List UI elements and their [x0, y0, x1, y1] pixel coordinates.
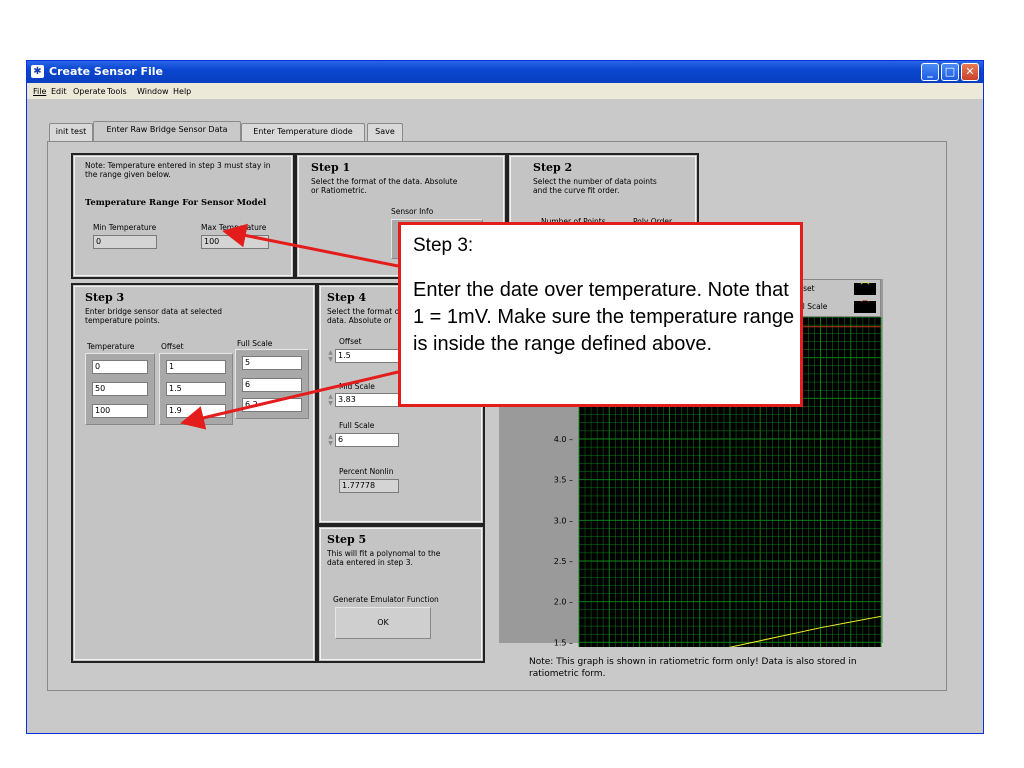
menu-operate[interactable]: Operate: [73, 87, 106, 96]
step1-description: Select the format of the data. Absolute …: [311, 177, 458, 195]
step1-title: Step 1: [311, 161, 351, 174]
fullscale-column-label: Full Scale: [237, 339, 273, 348]
fullscale-cell[interactable]: 5: [242, 356, 302, 370]
step3-callout: Step 3: Enter the date over temperature.…: [398, 222, 803, 407]
range-note: Note: Temperature entered in step 3 must…: [85, 161, 271, 179]
step3-panel: Step 3 Enter bridge sensor data at selec…: [71, 283, 317, 663]
range-heading: Temperature Range For Sensor Model: [85, 198, 267, 208]
temperature-cell[interactable]: 0: [92, 360, 148, 374]
fullscale-cell[interactable]: 6: [242, 378, 302, 392]
full-scale-field[interactable]: 6: [335, 433, 399, 447]
fullscale-cell[interactable]: 6.2: [242, 398, 302, 412]
temperature-cell[interactable]: 50: [92, 382, 148, 396]
callout-title: Step 3:: [413, 235, 474, 256]
menu-tools[interactable]: Tools: [107, 87, 127, 96]
maximize-button[interactable]: □: [941, 63, 959, 81]
mid-scale-label: Mid Scale: [339, 382, 375, 391]
y-tick-label: 4.0 –: [554, 435, 573, 444]
full-scale-spinner[interactable]: ▲ ▼: [327, 433, 334, 447]
menu-file[interactable]: File: [33, 87, 46, 96]
offset-array: 1 1.5 1.9: [159, 353, 233, 425]
step5-title: Step 5: [327, 533, 367, 546]
y-tick-label: 1.5 –: [554, 638, 573, 647]
min-temperature-field: 0: [93, 235, 157, 249]
window-title: Create Sensor File: [49, 65, 164, 78]
tab-init-test[interactable]: init test: [49, 123, 93, 141]
menu-bar: File Edit Operate Tools Window Help: [27, 83, 983, 99]
percent-nonlin-label: Percent Nonlin: [339, 467, 394, 476]
step5-description: This will fit a polynomal to the data en…: [327, 549, 441, 567]
offset-spinner[interactable]: ▲ ▼: [327, 349, 334, 363]
min-temperature-label: Min Temperature: [93, 223, 157, 232]
offset-label: Offset: [339, 337, 362, 346]
legend-fullscale-swatch[interactable]: ⌒: [854, 301, 876, 313]
temperature-column-label: Temperature: [87, 342, 135, 351]
generate-emulator-label: Generate Emulator Function: [333, 595, 439, 604]
sensor-info-label: Sensor Info: [391, 207, 434, 216]
mid-scale-spinner[interactable]: ▲ ▼: [327, 393, 334, 407]
y-tick-label: 3.5 –: [554, 476, 573, 485]
step3-title: Step 3: [85, 291, 125, 304]
legend-offset-swatch[interactable]: ⌒: [854, 283, 876, 295]
offset-column-label: Offset: [161, 342, 184, 351]
max-temperature-label: Max Temperature: [201, 223, 267, 232]
fullscale-array: 5 6 6.2: [235, 349, 309, 419]
max-temperature-field: 100: [201, 235, 269, 249]
close-button[interactable]: ✕: [961, 63, 979, 81]
percent-nonlin-field: 1.77778: [339, 479, 399, 493]
offset-cell[interactable]: 1: [166, 360, 226, 374]
offset-cell[interactable]: 1.5: [166, 382, 226, 396]
ok-button[interactable]: OK: [335, 607, 431, 639]
temperature-cell[interactable]: 100: [92, 404, 148, 418]
y-tick-label: 3.0 –: [554, 516, 573, 525]
menu-edit[interactable]: Edit: [51, 87, 67, 96]
title-bar[interactable]: ✱ Create Sensor File _ □ ✕: [27, 61, 983, 83]
step3-description: Enter bridge sensor data at selected tem…: [85, 307, 223, 325]
tab-save[interactable]: Save: [367, 123, 403, 141]
mid-scale-field[interactable]: 3.83: [335, 393, 399, 407]
step5-panel: Step 5 This will fit a polynomal to the …: [317, 525, 485, 663]
temperature-range-panel: Note: Temperature entered in step 3 must…: [71, 153, 295, 279]
graph-note: Note: This graph is shown in ratiometric…: [529, 657, 857, 679]
menu-window[interactable]: Window: [137, 87, 169, 96]
offset-field[interactable]: 1.5: [335, 349, 399, 363]
tab-enter-raw-bridge-sensor-data[interactable]: Enter Raw Bridge Sensor Data: [93, 121, 241, 141]
menu-help[interactable]: Help: [173, 87, 191, 96]
temperature-array: 0 50 100: [85, 353, 155, 425]
labview-icon: ✱: [31, 65, 44, 78]
y-tick-label: 2.5 –: [554, 557, 573, 566]
offset-cell[interactable]: 1.9: [166, 404, 226, 418]
minimize-button[interactable]: _: [921, 63, 939, 81]
full-scale-label: Full Scale: [339, 421, 375, 430]
tab-enter-temperature-diode[interactable]: Enter Temperature diode: [241, 123, 365, 141]
step4-title: Step 4: [327, 291, 367, 304]
step2-description: Select the number of data points and the…: [533, 177, 657, 195]
y-tick-label: 2.0 –: [554, 598, 573, 607]
callout-body: Enter the date over temperature. Note th…: [413, 279, 795, 355]
step2-title: Step 2: [533, 161, 573, 174]
